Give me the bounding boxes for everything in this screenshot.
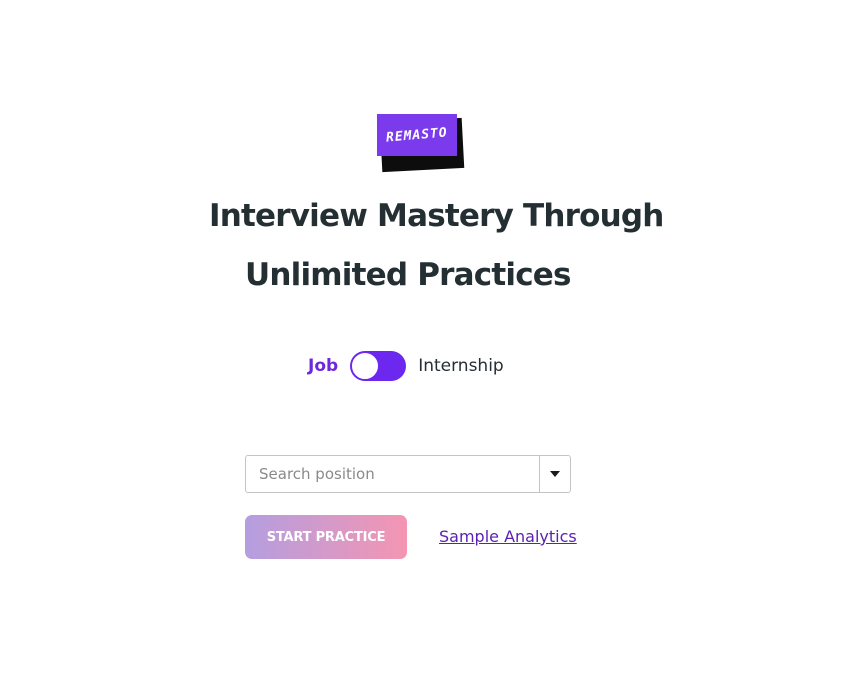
logo-badge: REMASTO	[377, 114, 457, 156]
sample-analytics-link[interactable]: Sample Analytics	[439, 527, 577, 546]
switch-knob	[351, 352, 380, 380]
remasto-logo: REMASTO	[377, 114, 465, 173]
hero-title-line-2: Unlimited Practices	[245, 257, 571, 293]
search-position-input[interactable]	[246, 456, 539, 492]
caret-down-icon	[550, 471, 560, 477]
start-practice-button[interactable]: START PRACTICE	[245, 515, 407, 559]
dropdown-toggle-button[interactable]	[539, 456, 570, 492]
mode-toggle: Job Internship	[308, 351, 504, 381]
toggle-option-job[interactable]: Job	[308, 356, 338, 376]
toggle-option-internship[interactable]: Internship	[418, 356, 504, 376]
hero-title-line-1: Interview Mastery Through	[209, 198, 664, 234]
position-select	[245, 455, 571, 493]
job-internship-switch[interactable]	[350, 351, 407, 381]
logo-text: REMASTO	[385, 124, 449, 146]
landing-page: REMASTO Interview Mastery Through Unlimi…	[0, 0, 862, 684]
